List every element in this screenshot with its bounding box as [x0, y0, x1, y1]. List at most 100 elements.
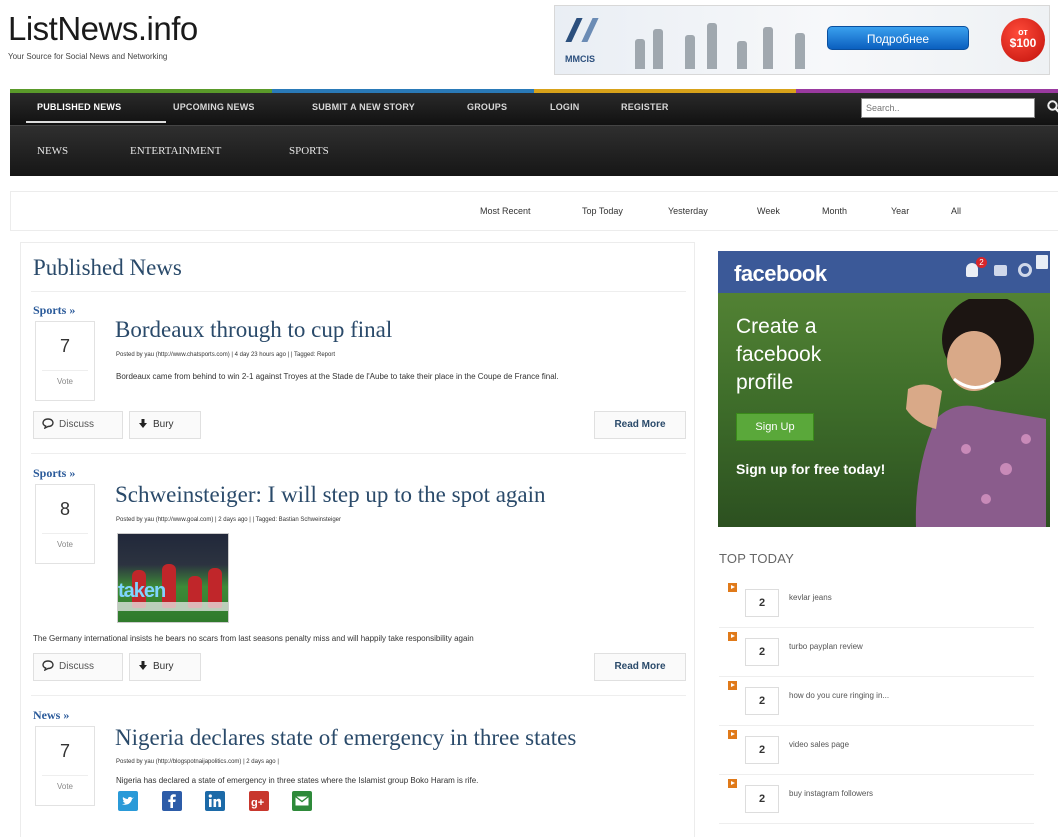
vote-box: 8 Vote [35, 484, 95, 564]
story-title[interactable]: Schweinsteiger: I will step up to the sp… [115, 482, 546, 508]
filter-month[interactable]: Month [822, 206, 847, 216]
orange-arrow-icon [728, 632, 737, 641]
top-today-count: 2 [745, 785, 779, 813]
thumbnail-ad-text: taken [118, 580, 166, 602]
story-title[interactable]: Bordeaux through to cup final [115, 317, 392, 343]
story-title[interactable]: Nigeria declares state of emergency in t… [115, 725, 576, 751]
nav-register[interactable]: REGISTER [621, 102, 669, 112]
story-divider [31, 453, 686, 454]
search-icon[interactable] [1046, 99, 1058, 115]
nav-entertainment[interactable]: ENTERTAINMENT [130, 145, 221, 157]
secondary-nav: NEWS ENTERTAINMENT SPORTS [10, 125, 1058, 176]
page-title: Published News [33, 255, 182, 280]
search-input[interactable] [861, 98, 1035, 118]
vote-button[interactable]: Vote [36, 377, 94, 386]
top-today-link[interactable]: how do you cure ringing in... [789, 691, 889, 700]
headline-line: profile [736, 371, 794, 394]
nav-news[interactable]: NEWS [37, 145, 68, 157]
vote-button[interactable]: Vote [36, 540, 94, 549]
filter-year[interactable]: Year [891, 206, 909, 216]
globe-icon [1018, 263, 1032, 277]
top-today-heading: TOP TODAY [719, 551, 795, 566]
nav-login[interactable]: LOGIN [550, 102, 580, 112]
top-today-item[interactable]: 2 buy instagram followers [719, 779, 1034, 828]
facebook-icon[interactable] [162, 791, 182, 811]
nav-active-indicator [26, 121, 166, 123]
story-description: Nigeria has declared a state of emergenc… [116, 776, 479, 785]
top-today-count: 2 [745, 736, 779, 764]
story-thumbnail[interactable]: taken [117, 533, 229, 623]
ad-woman-image [906, 299, 1046, 527]
ad-more-button[interactable]: Подробнее [827, 26, 969, 50]
filter-most-recent[interactable]: Most Recent [480, 206, 531, 216]
discuss-label: Discuss [59, 419, 95, 430]
nav-sports[interactable]: SPORTS [289, 145, 329, 157]
facebook-signup-button[interactable]: Sign Up [736, 413, 814, 441]
speech-bubble-icon [42, 418, 54, 429]
top-today-item[interactable]: 2 kevlar jeans [719, 583, 1034, 632]
top-today-item[interactable]: 2 turbo payplan review [719, 632, 1034, 681]
filter-top-today[interactable]: Top Today [582, 206, 623, 216]
discuss-button[interactable]: Discuss [33, 411, 123, 439]
read-more-button[interactable]: Read More [594, 411, 686, 439]
ad-people-image [625, 14, 825, 69]
nav-groups[interactable]: GROUPS [467, 102, 507, 112]
down-arrow-icon [139, 418, 147, 428]
nav-submit-story[interactable]: SUBMIT A NEW STORY [312, 102, 415, 112]
vote-count: 7 [59, 741, 70, 761]
vote-count: 8 [59, 499, 70, 519]
title-divider [31, 291, 686, 292]
top-today-link[interactable]: kevlar jeans [789, 593, 832, 602]
top-today-item[interactable]: 2 video sales page [719, 730, 1034, 779]
nav-published-news[interactable]: PUBLISHED NEWS [37, 102, 121, 112]
vote-button[interactable]: Vote [36, 782, 94, 791]
filter-week[interactable]: Week [757, 206, 780, 216]
site-logo[interactable]: ListNews.info Your Source for Social New… [8, 10, 198, 61]
messages-icon [994, 265, 1007, 276]
facebook-ad-header: facebook 2 [718, 251, 1050, 293]
story-category-link[interactable]: News » [33, 708, 69, 723]
story-meta: Posted by yau (http://blogspotnaijapolit… [116, 759, 279, 765]
facebook-ad[interactable]: facebook 2 Create a facebook profile Sig… [718, 251, 1050, 527]
top-today-count: 2 [745, 589, 779, 617]
ad-banner[interactable]: MMCIS Подробнее от $100 [554, 5, 1050, 75]
orange-arrow-icon [728, 583, 737, 592]
story-category-link[interactable]: Sports » [33, 466, 75, 481]
headline-line: Create a [736, 315, 817, 338]
primary-nav: PUBLISHED NEWS UPCOMING NEWS SUBMIT A NE… [10, 93, 1058, 125]
speech-bubble-icon [42, 660, 54, 671]
story-divider [31, 695, 686, 696]
ad-brand: MMCIS [565, 54, 595, 64]
twitter-icon[interactable] [118, 791, 138, 811]
top-today-item[interactable]: 2 how do you cure ringing in... [719, 681, 1034, 730]
bury-button[interactable]: Bury [129, 411, 201, 439]
ad-choices-icon [1036, 255, 1048, 269]
bury-button[interactable]: Bury [129, 653, 201, 681]
story-description: The Germany international insists he bea… [33, 634, 474, 643]
story-category-link[interactable]: Sports » [33, 303, 75, 318]
discuss-button[interactable]: Discuss [33, 653, 123, 681]
ad-price-badge: от $100 [1001, 18, 1045, 62]
headline-line: facebook [736, 343, 822, 366]
top-today-link[interactable]: buy instagram followers [789, 789, 873, 798]
mmcis-logo-icon [565, 16, 613, 56]
linkedin-icon[interactable] [205, 791, 225, 811]
google-plus-icon[interactable]: g+ [249, 791, 269, 811]
notification-badge: 2 [976, 257, 987, 268]
orange-arrow-icon [728, 681, 737, 690]
site-title[interactable]: ListNews.info [8, 10, 198, 48]
filter-all[interactable]: All [951, 206, 961, 216]
top-today-link[interactable]: video sales page [789, 740, 849, 749]
ad-badge-amount: $100 [1009, 36, 1037, 50]
top-today-link[interactable]: turbo payplan review [789, 642, 863, 651]
facebook-ad-headline: Create a facebook profile [736, 313, 821, 397]
email-icon[interactable] [292, 791, 312, 811]
nav-upcoming-news[interactable]: UPCOMING NEWS [173, 102, 255, 112]
facebook-ad-subline: Sign up for free today! [736, 461, 886, 477]
orange-arrow-icon [728, 779, 737, 788]
time-filter-bar: Most Recent Top Today Yesterday Week Mon… [10, 191, 1058, 231]
bury-label: Bury [153, 419, 174, 430]
read-more-button[interactable]: Read More [594, 653, 686, 681]
filter-yesterday[interactable]: Yesterday [668, 206, 708, 216]
vote-box: 7 Vote [35, 321, 95, 401]
